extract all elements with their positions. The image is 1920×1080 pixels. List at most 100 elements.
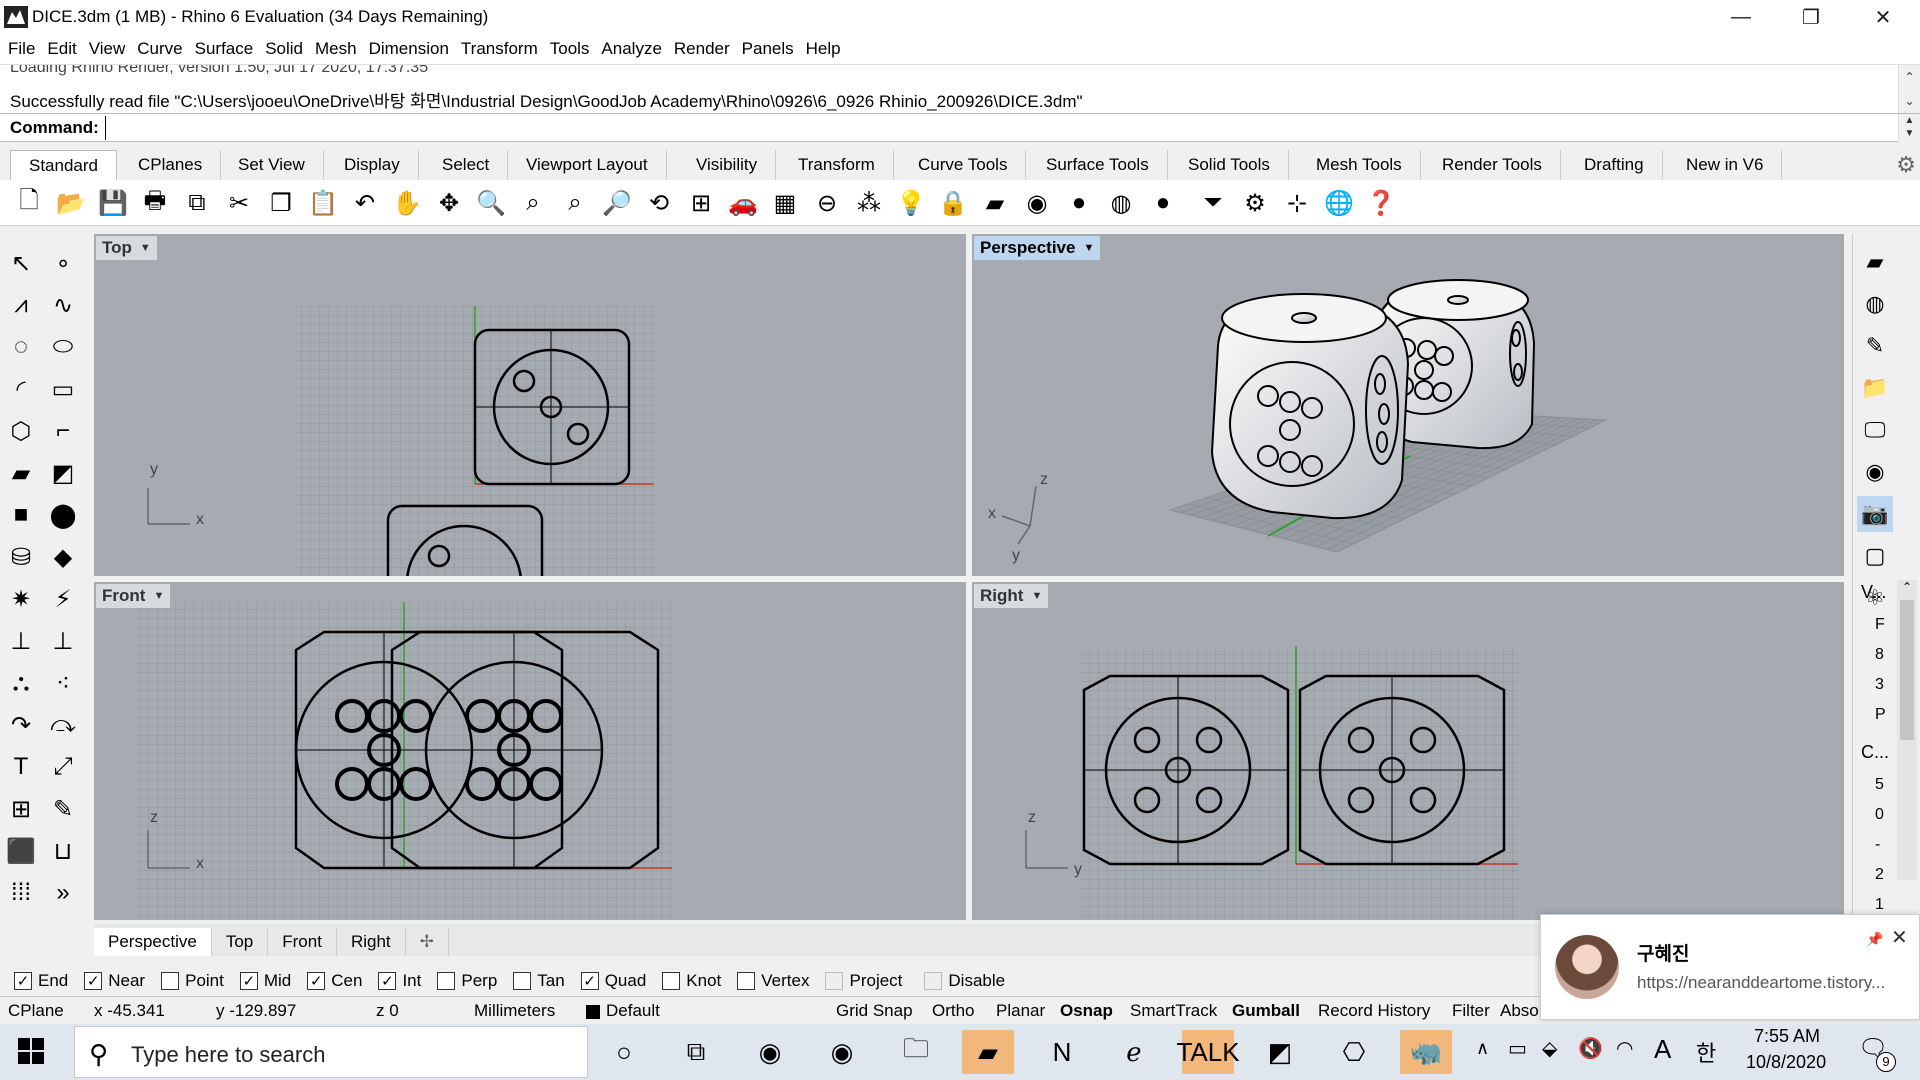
clock-time[interactable]: 7:55 AM — [1754, 1026, 1820, 1047]
command-spinner[interactable]: ▲ ▼ — [1898, 114, 1920, 142]
kakaotalk-icon[interactable]: TALK — [1176, 1030, 1240, 1074]
copy-icon[interactable]: ❐ — [264, 186, 298, 220]
status-abso[interactable]: Abso — [1500, 1001, 1539, 1021]
undo-view-icon[interactable]: ⟲ — [642, 186, 676, 220]
render-sphere-icon[interactable]: ◍ — [1104, 186, 1138, 220]
trim-icon[interactable]: ⚡ — [44, 580, 82, 618]
chevron-down-icon[interactable]: ▼ — [140, 236, 151, 260]
pin-icon[interactable]: 📌 — [1866, 931, 1883, 948]
vp-tab-front[interactable]: Front — [268, 928, 337, 956]
viewport-label-front[interactable]: Front ▼ — [96, 584, 171, 608]
text-icon[interactable]: T — [2, 748, 40, 786]
light-bulb-icon[interactable]: 💡 — [894, 186, 928, 220]
command-input[interactable] — [105, 116, 1885, 140]
chevron-up-icon[interactable]: ∧ — [1476, 1038, 1489, 1059]
vp-tab-perspective[interactable]: Perspective — [94, 928, 212, 956]
minimize-button[interactable]: — — [1706, 0, 1776, 34]
pencil-icon[interactable]: ✎ — [1857, 328, 1893, 364]
folder-icon[interactable]: 📁 — [1857, 370, 1893, 406]
circle-icon[interactable]: ◌ — [2, 328, 40, 366]
wifi-icon[interactable]: ◠ — [1616, 1036, 1633, 1061]
status-smarttrack[interactable]: SmartTrack — [1130, 1001, 1217, 1021]
checkbox[interactable]: ✓ — [14, 972, 32, 990]
rectangle-icon[interactable]: ▭ — [44, 370, 82, 408]
acrobat-icon[interactable]: ⎔ — [1328, 1030, 1380, 1074]
mesh-icon[interactable]: ◆ — [44, 538, 82, 576]
car-icon[interactable]: 🚗 — [726, 186, 760, 220]
polyline-icon[interactable]: ⩘ — [2, 286, 40, 324]
checkbox[interactable] — [437, 972, 456, 990]
zoom-selected-icon[interactable]: 🔎 — [600, 186, 634, 220]
tab-curve-tools[interactable]: Curve Tools — [900, 150, 1027, 180]
tab-new-in-v6[interactable]: New in V6 — [1668, 150, 1783, 180]
print-icon[interactable]: 🖶 — [138, 186, 172, 220]
menu-mesh[interactable]: Mesh — [315, 39, 357, 59]
curve-icon[interactable]: ∿ — [44, 286, 82, 324]
menu-transform[interactable]: Transform — [461, 39, 538, 59]
osnap-near[interactable]: ✓ Near — [84, 971, 145, 991]
cut-icon[interactable]: ✂ — [222, 186, 256, 220]
tab-solid-tools[interactable]: Solid Tools — [1170, 150, 1289, 180]
layer-icon[interactable]: ▰ — [978, 186, 1012, 220]
new-file-icon[interactable]: 🗋 — [12, 186, 46, 220]
checkbox[interactable]: ✓ — [239, 972, 258, 990]
render-icon[interactable]: ◍ — [1857, 286, 1893, 322]
notification-url[interactable]: https://nearanddeartome.tistory... — [1637, 973, 1885, 993]
viewport-label-perspective[interactable]: Perspective ▼ — [974, 236, 1101, 260]
clock-date[interactable]: 10/8/2020 — [1746, 1052, 1826, 1073]
tab-select[interactable]: Select — [424, 150, 509, 180]
osnap-tan[interactable]: Tan — [513, 971, 565, 991]
point-icon[interactable]: ∘ — [44, 244, 82, 282]
close-icon[interactable]: ✕ — [1891, 925, 1908, 950]
options-gears-icon[interactable]: ⚙ — [1238, 186, 1272, 220]
zoom-icon[interactable]: 🔍 — [474, 186, 508, 220]
camera-icon[interactable]: 📷 — [1857, 496, 1893, 532]
task-view-icon[interactable]: ⧉ — [670, 1030, 722, 1074]
display-icon[interactable]: 🖵 — [1857, 412, 1893, 448]
menu-tools[interactable]: Tools — [550, 39, 590, 59]
tab-standard[interactable]: Standard — [10, 150, 117, 180]
materials-icon[interactable]: ◉ — [1857, 454, 1893, 490]
viewport-front[interactable]: z x Front ▼ — [94, 582, 966, 920]
edit-icon[interactable]: ✎ — [44, 790, 82, 828]
restore-button[interactable]: ❐ — [1776, 0, 1846, 34]
extrude-surface-icon[interactable]: ◩ — [44, 454, 82, 492]
menu-surface[interactable]: Surface — [195, 39, 254, 59]
blue-sphere-icon[interactable]: ● — [1146, 186, 1180, 220]
tab-mesh-tools[interactable]: Mesh Tools — [1298, 150, 1421, 180]
grid-plane-icon[interactable]: ▦ — [768, 186, 802, 220]
chevron-down-icon[interactable]: ▼ — [1083, 236, 1094, 260]
tab-render-tools[interactable]: Render Tools — [1424, 150, 1561, 180]
checkbox[interactable]: ✓ — [580, 972, 599, 990]
export-icon[interactable]: ⧉ — [180, 186, 214, 220]
osnap-vertex[interactable]: Vertex — [737, 971, 809, 991]
status-grid-snap[interactable]: Grid Snap — [836, 1001, 913, 1021]
select-arrow-icon[interactable]: ↖ — [2, 244, 40, 282]
pan-hand-icon[interactable]: ✋ — [390, 186, 424, 220]
surface-icon[interactable]: ▰ — [2, 454, 40, 492]
checkbox[interactable] — [161, 972, 180, 990]
four-viewports-icon[interactable]: ⊞ — [684, 186, 718, 220]
more-tools-icon[interactable]: » — [44, 874, 82, 912]
shaded-sphere-icon[interactable]: ● — [1062, 186, 1096, 220]
checkbox[interactable] — [513, 972, 532, 990]
zoom-window-icon[interactable]: ⌕ — [516, 186, 550, 220]
menu-curve[interactable]: Curve — [137, 39, 182, 59]
lock-icon[interactable]: 🔒 — [936, 186, 970, 220]
grid-dots-icon[interactable]: ⁞⁞⁞ — [2, 874, 40, 912]
ime-indicator[interactable]: 한 — [1696, 1036, 1716, 1068]
status-layer[interactable]: Default — [606, 1001, 660, 1021]
tab-drafting[interactable]: Drafting — [1566, 150, 1663, 180]
osnap-mid[interactable]: ✓ Mid — [239, 971, 291, 991]
zoom-extents-icon[interactable]: ⌕ — [558, 186, 592, 220]
input-lang-indicator[interactable]: A — [1654, 1034, 1671, 1065]
arc-icon[interactable]: ◜ — [2, 370, 40, 408]
status-units[interactable]: Millimeters — [474, 1001, 555, 1021]
open-folder-icon[interactable]: 📂 — [54, 186, 88, 220]
checkbox[interactable]: ✓ — [307, 972, 326, 990]
status-ortho[interactable]: Ortho — [932, 1001, 975, 1021]
viewport-perspective[interactable]: z x y Perspective ▼ — [972, 234, 1844, 576]
menu-render[interactable]: Render — [674, 39, 730, 59]
osnap-perp[interactable]: Perp — [437, 971, 497, 991]
array-icon[interactable]: ⊞ — [2, 790, 40, 828]
